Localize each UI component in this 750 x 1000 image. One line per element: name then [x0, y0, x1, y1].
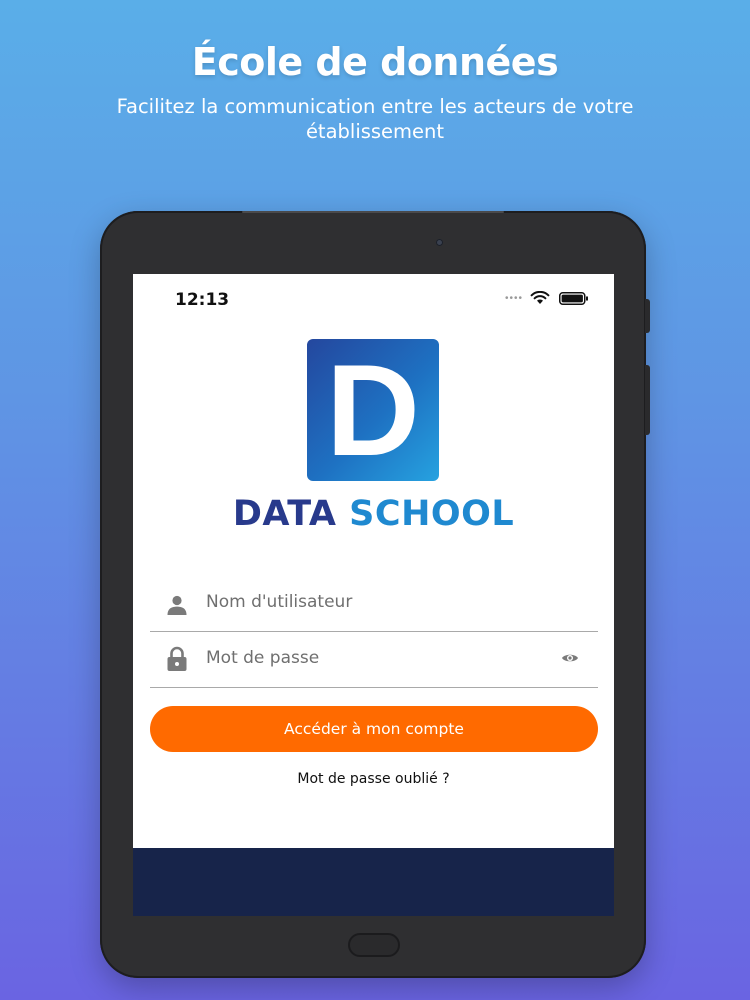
- status-time: 12:13: [175, 290, 230, 310]
- logo-word-school: SCHOOL: [349, 494, 515, 534]
- login-button[interactable]: Accéder à mon compte: [150, 706, 598, 752]
- tablet-volume-button: [645, 365, 650, 435]
- page-subheadline: Facilitez la communication entre les act…: [116, 95, 634, 143]
- app-logo-wordmark: DATA SCHOOL: [133, 494, 614, 534]
- battery-icon: [559, 292, 588, 305]
- username-field[interactable]: Nom d'utilisateur: [150, 576, 598, 632]
- forgot-password-link[interactable]: Mot de passe oublié ?: [133, 771, 614, 787]
- user-icon: [167, 595, 187, 615]
- show-password-icon[interactable]: [561, 652, 579, 664]
- status-icons: ••••: [505, 291, 595, 305]
- app-logo-mark: D: [307, 339, 439, 481]
- lock-icon: [167, 646, 187, 671]
- tablet-side-button: [645, 299, 650, 333]
- page-headline: École de données: [191, 40, 559, 84]
- tablet-top-edge: [242, 211, 504, 213]
- username-placeholder: Nom d'utilisateur: [206, 592, 353, 612]
- logo-letter: D: [326, 337, 420, 483]
- wifi-icon: [530, 291, 550, 304]
- signal-dots-icon: ••••: [505, 293, 524, 304]
- front-camera: [436, 239, 443, 246]
- password-placeholder: Mot de passe: [206, 648, 320, 668]
- home-button[interactable]: [348, 933, 400, 957]
- app-screen: 12:13 •••• D DATA SCHOOL Nom d'utilisate…: [133, 274, 614, 916]
- logo-word-data: DATA: [232, 494, 337, 534]
- footer-band: [133, 848, 614, 916]
- password-field[interactable]: Mot de passe: [150, 632, 598, 688]
